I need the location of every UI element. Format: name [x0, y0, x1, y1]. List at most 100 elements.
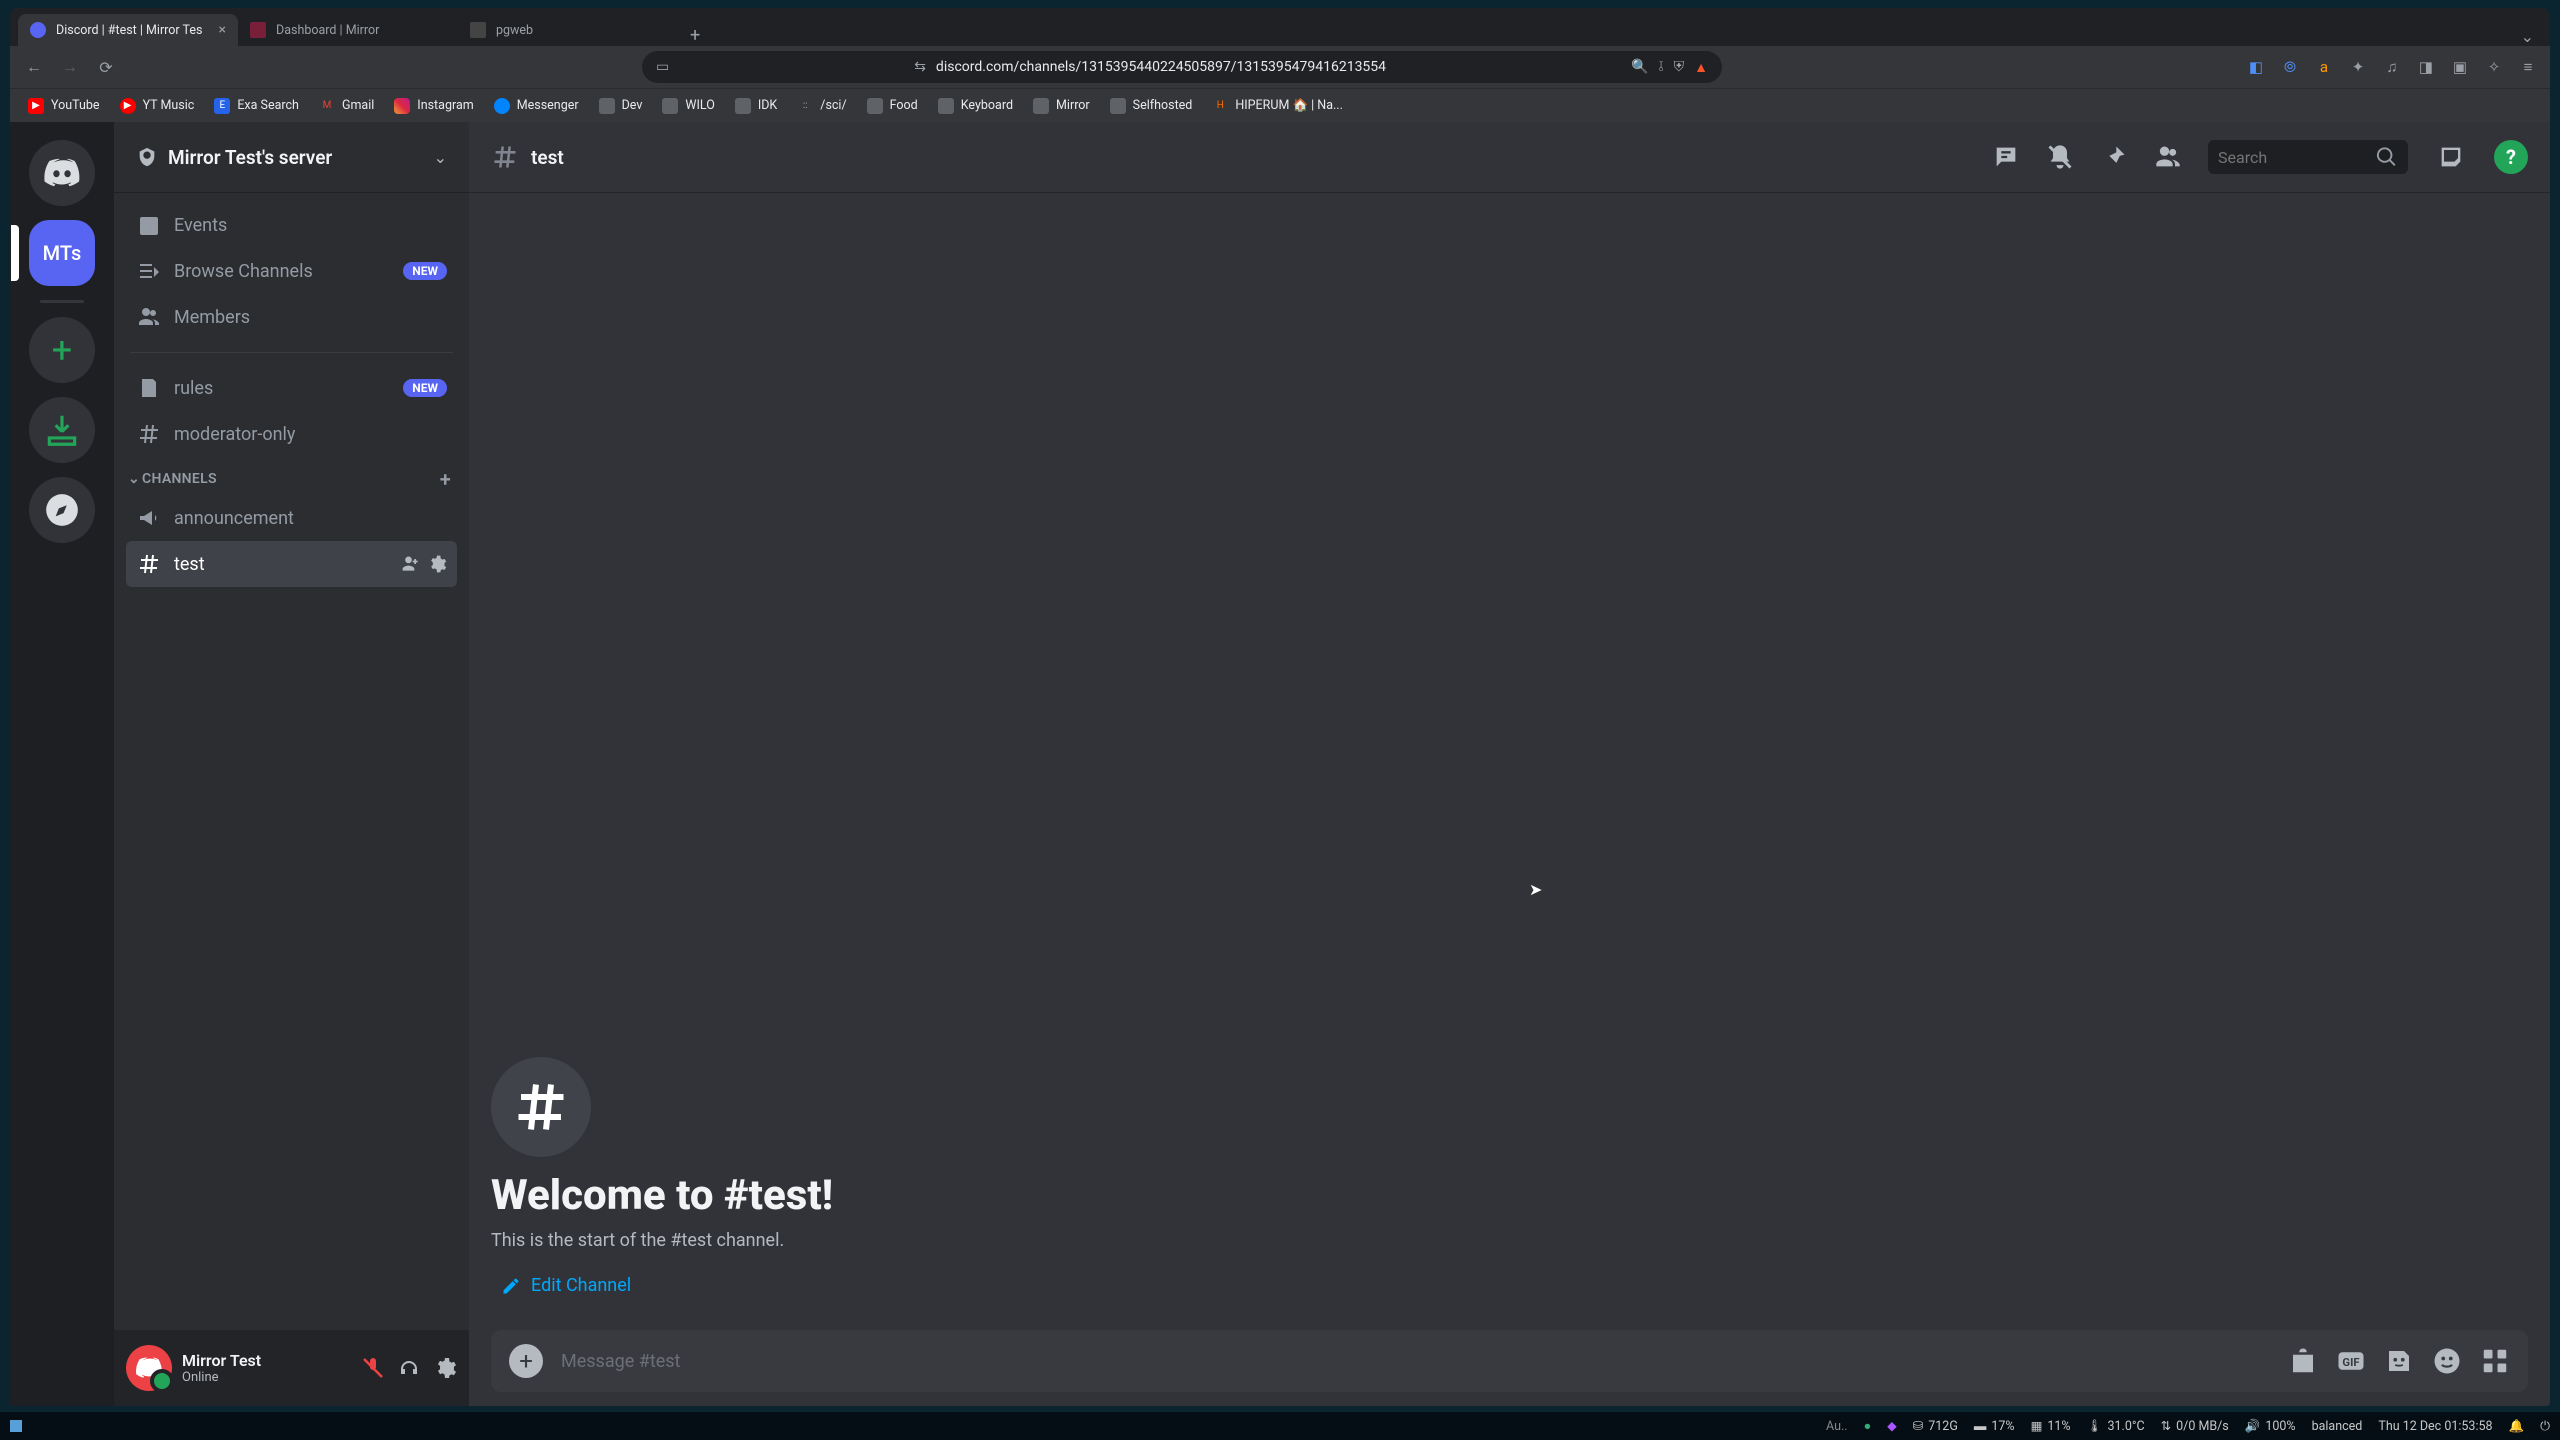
reload-button[interactable]: ⟳	[92, 53, 120, 81]
tray-notifications[interactable]: 🔔	[2509, 1419, 2525, 1434]
category-channels[interactable]: ⌄ CHANNELS +	[126, 457, 457, 495]
folder-icon	[735, 98, 751, 114]
dm-home-button[interactable]	[29, 140, 95, 206]
download-apps-button[interactable]	[29, 397, 95, 463]
server-header[interactable]: Mirror Test's server ⌄	[114, 122, 469, 192]
user-settings-button[interactable]	[433, 1356, 457, 1380]
tray-mem[interactable]: ▬ 17%	[1974, 1419, 2015, 1434]
brave-icon[interactable]: ▲	[1694, 59, 1708, 76]
gif-button[interactable]: GIF	[2336, 1346, 2366, 1376]
new-tab-button[interactable]: +	[678, 25, 712, 46]
welcome-block: Welcome to #test! This is the start of t…	[491, 1057, 2528, 1310]
compose-bar[interactable]: + GIF	[491, 1330, 2528, 1392]
bookmark-wilo[interactable]: WILO	[654, 94, 722, 118]
apps-button[interactable]	[2480, 1346, 2510, 1376]
bookmark-idk[interactable]: IDK	[727, 94, 785, 118]
channel-test[interactable]: test	[126, 541, 457, 587]
bookmark-gmail[interactable]: MGmail	[311, 94, 382, 118]
sticker-button[interactable]	[2384, 1346, 2414, 1376]
edit-channel-link[interactable]: Edit Channel	[491, 1269, 641, 1302]
pinned-button[interactable]	[2100, 143, 2128, 171]
sidebar-browse-channels[interactable]: Browse Channels NEW	[126, 248, 457, 294]
tray-net[interactable]: ⇅ 0/0 MB/s	[2161, 1418, 2229, 1434]
tabstrip-chevron-icon[interactable]: ⌄	[2513, 27, 2542, 46]
share-icon[interactable]: ⫱	[1658, 59, 1663, 75]
address-bar[interactable]: ▭ ⇆ discord.com/channels/131539544022450…	[642, 51, 1722, 83]
wallet-icon[interactable]: ▣	[2448, 55, 2472, 79]
tray-volume[interactable]: 🔊 100%	[2245, 1419, 2296, 1434]
gift-button[interactable]	[2288, 1346, 2318, 1376]
gear-icon[interactable]	[427, 554, 447, 574]
bookmark-ytmusic[interactable]: ▶YT Music	[112, 94, 203, 118]
search-box[interactable]	[2208, 140, 2408, 174]
notifications-button[interactable]	[2046, 143, 2074, 171]
emoji-button[interactable]	[2432, 1346, 2462, 1376]
mouse-cursor-icon: ➤	[1529, 880, 1542, 899]
member-list-button[interactable]	[2154, 143, 2182, 171]
bookmark-dev[interactable]: Dev	[591, 94, 651, 118]
bookmark-sci[interactable]: ::/sci/	[789, 94, 854, 118]
channel-announcement[interactable]: announcement	[126, 495, 457, 541]
ext-icon[interactable]: ⦾	[2278, 55, 2302, 79]
ext-icon[interactable]: ◧	[2244, 55, 2268, 79]
ext-icon[interactable]: ✦	[2346, 55, 2370, 79]
rail-separator	[40, 300, 84, 303]
bookmark-label: Messenger	[517, 98, 579, 113]
user-panel[interactable]: Mirror Test Online	[114, 1330, 469, 1406]
tray-power-mode[interactable]: balanced	[2312, 1419, 2363, 1434]
channel-rules[interactable]: rules NEW	[126, 365, 457, 411]
bookmark-food[interactable]: Food	[859, 94, 926, 118]
inbox-button[interactable]	[2434, 140, 2468, 174]
bookmark-keyboard[interactable]: Keyboard	[930, 94, 1021, 118]
threads-button[interactable]	[1992, 143, 2020, 171]
tray-cpu[interactable]: ▦ 11%	[2031, 1418, 2071, 1434]
tray-lang[interactable]: Au..	[1826, 1419, 1848, 1434]
zoom-icon[interactable]: 🔍	[1631, 59, 1648, 75]
tray-power[interactable]: ⏻	[2540, 1419, 2550, 1434]
ext-icon[interactable]: a	[2312, 55, 2336, 79]
bookmark-instagram[interactable]: Instagram	[386, 94, 481, 118]
back-button[interactable]: ←	[20, 53, 48, 81]
tray-temp[interactable]: 🌡 31.0°C	[2087, 1419, 2145, 1434]
sidebar-members[interactable]: Members	[126, 294, 457, 340]
tray-icon[interactable]: ●	[1864, 1419, 1872, 1434]
bookmark-selfhosted[interactable]: Selfhosted	[1102, 94, 1201, 118]
tab-discord[interactable]: Discord | #test | Mirror Tes ×	[18, 14, 238, 46]
sidebar-events[interactable]: Events	[126, 202, 457, 248]
server-mts[interactable]: MTs	[29, 220, 95, 286]
tab-pgweb[interactable]: pgweb	[458, 14, 678, 46]
rewards-icon[interactable]: ✧	[2482, 55, 2506, 79]
close-tab-icon[interactable]: ×	[219, 22, 226, 38]
forward-button[interactable]: →	[56, 53, 84, 81]
invite-icon[interactable]	[401, 554, 421, 574]
tray-icon[interactable]: ◆	[1887, 1418, 1897, 1434]
channel-moderator-only[interactable]: moderator-only	[126, 411, 457, 457]
bookmark-label: Exa Search	[237, 98, 299, 113]
tab-dashboard[interactable]: Dashboard | Mirror	[238, 14, 458, 46]
menu-icon[interactable]: ≡	[2516, 55, 2540, 79]
bookmark-mirror[interactable]: Mirror	[1025, 94, 1098, 118]
create-channel-button[interactable]: +	[440, 467, 451, 491]
ext-icon[interactable]: ♫	[2380, 55, 2404, 79]
bookmark-hiperum[interactable]: HHIPERUM 🏠 | Na...	[1204, 94, 1351, 118]
mute-mic-button[interactable]	[361, 1356, 385, 1380]
bookmark-youtube[interactable]: ▶YouTube	[20, 94, 108, 118]
explore-servers-button[interactable]	[29, 477, 95, 543]
attach-button[interactable]: +	[509, 1344, 543, 1378]
channel-title: test	[531, 146, 564, 169]
add-server-button[interactable]: +	[29, 317, 95, 383]
tray-clock[interactable]: Thu 12 Dec 01:53:58	[2378, 1419, 2492, 1434]
site-lock-icon[interactable]: ⇆	[914, 59, 926, 75]
user-avatar[interactable]	[126, 1345, 172, 1391]
workspace-indicator[interactable]	[10, 1420, 22, 1432]
tray-disk[interactable]: ⛁ 712G	[1913, 1418, 1958, 1434]
help-button[interactable]: ?	[2494, 140, 2528, 174]
deafen-button[interactable]	[397, 1356, 421, 1380]
bookmark-exa[interactable]: EExa Search	[206, 94, 307, 118]
sidebar-toggle-icon[interactable]: ◨	[2414, 55, 2438, 79]
bookmark-messenger[interactable]: Messenger	[486, 94, 587, 118]
shield-icon[interactable]: ⛨	[1674, 59, 1685, 75]
message-input[interactable]	[561, 1351, 2270, 1372]
search-input[interactable]	[2218, 148, 2367, 167]
bookmark-label: WILO	[685, 98, 714, 113]
